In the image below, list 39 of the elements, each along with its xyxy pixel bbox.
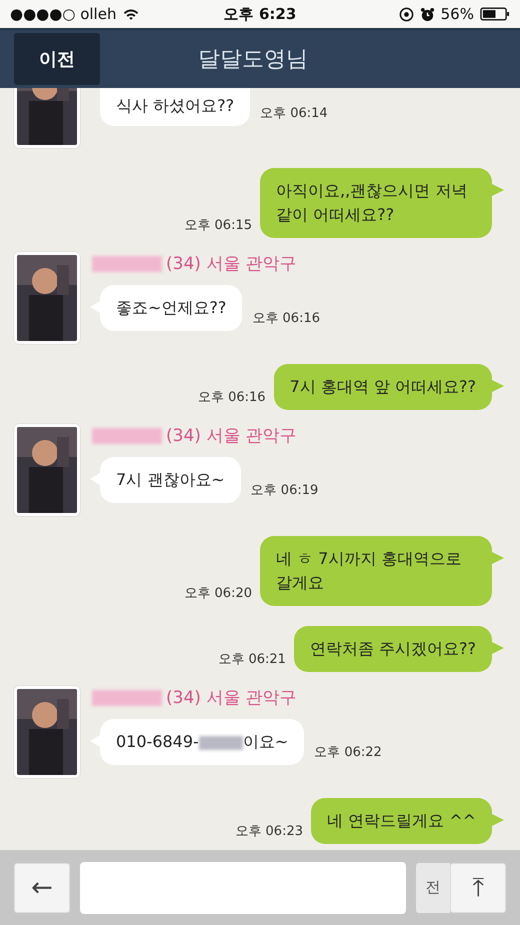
blurred-name bbox=[92, 428, 162, 444]
back-button[interactable]: 이전 bbox=[14, 33, 100, 85]
send-button[interactable]: 전 bbox=[416, 862, 450, 912]
sender-info: (34) 서울 관악구 bbox=[166, 687, 297, 709]
message-text: 연락처좀 주시겠어요?? bbox=[310, 639, 476, 658]
message-text: 이요~ bbox=[242, 732, 288, 751]
message-time: 오후 06:16 bbox=[198, 389, 266, 406]
message-text: 네 연락드릴게요 ^^ bbox=[327, 811, 476, 830]
back-arrow-button[interactable]: ← bbox=[14, 862, 70, 912]
scroll-top-button[interactable]: ⤒ bbox=[450, 862, 506, 912]
message-input[interactable] bbox=[80, 862, 406, 914]
message-text: 7시 홍대역 앞 어떠세요?? bbox=[290, 377, 476, 396]
alarm-clock-icon bbox=[420, 6, 435, 22]
battery-percent: 56% bbox=[440, 5, 474, 23]
blurred-text bbox=[198, 736, 243, 750]
message-time: 오후 06:20 bbox=[184, 585, 252, 602]
message-text: 식사 하셨어요?? bbox=[116, 96, 234, 115]
message-time: 오후 06:23 bbox=[235, 823, 304, 840]
message-time: 오후 06:21 bbox=[218, 651, 286, 668]
battery-icon bbox=[480, 7, 510, 21]
wifi-icon bbox=[122, 7, 140, 21]
clock-time: 오후 6:23 bbox=[224, 4, 296, 24]
message-time: 오후 06:15 bbox=[184, 217, 252, 234]
message-text: 아직이요,,괜찮으시면 저녁 같이 어떠세요?? bbox=[276, 181, 468, 224]
blurred-name bbox=[92, 690, 162, 706]
sender-info: (34) 서울 관악구 bbox=[166, 253, 297, 275]
message-text: 좋죠~언제요?? bbox=[116, 298, 226, 317]
message-text: 네 ㅎ 7시까지 홍대역으로 갈게요 bbox=[276, 549, 462, 592]
blurred-name bbox=[92, 256, 162, 272]
lock-rotation-icon bbox=[398, 6, 414, 22]
chat-title: 달달도영님 bbox=[197, 46, 309, 74]
message-text: 7시 괜찮아요~ bbox=[116, 470, 225, 489]
message-time: 오후 06:14 bbox=[260, 105, 328, 122]
message-text: 010-6849- bbox=[116, 732, 199, 751]
message-time: 오후 06:22 bbox=[314, 744, 382, 761]
message-time: 오후 06:19 bbox=[250, 482, 318, 499]
sender-info: (34) 서울 관악구 bbox=[166, 425, 297, 447]
carrier-name: ●●●●○ olleh bbox=[10, 5, 116, 23]
message-time: 오후 06:16 bbox=[252, 310, 320, 327]
